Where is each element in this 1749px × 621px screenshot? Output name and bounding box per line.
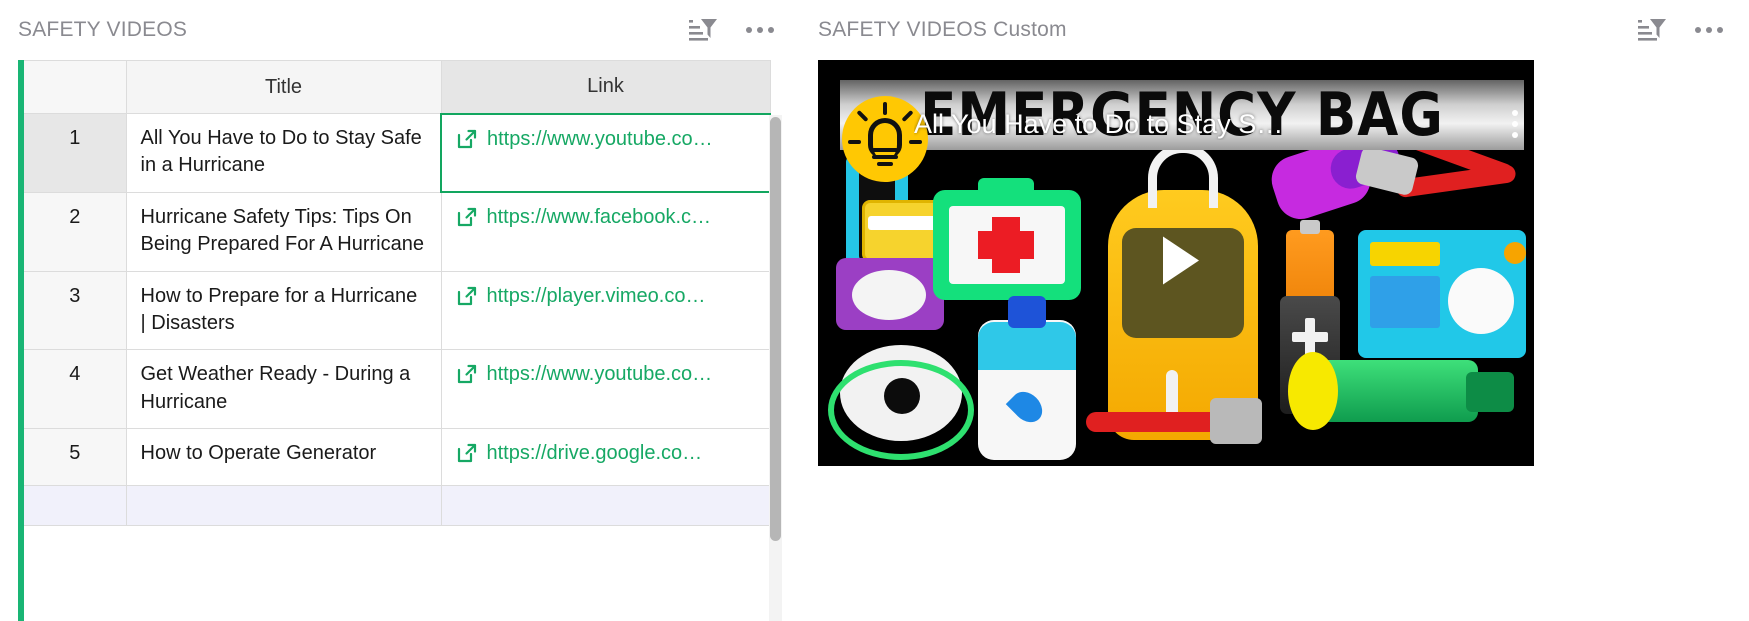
dot bbox=[768, 27, 774, 33]
mask-strap-icon bbox=[828, 360, 974, 460]
play-button[interactable] bbox=[1137, 222, 1215, 305]
jug-top-icon bbox=[978, 322, 1076, 370]
sort-filter-icon[interactable] bbox=[688, 17, 718, 43]
table-header-row: Title Link bbox=[24, 60, 771, 114]
safety-videos-custom-panel: SAFETY VIDEOS Custom EMERGENCY BAG All Y… bbox=[800, 0, 1749, 621]
dot bbox=[1512, 132, 1518, 138]
table-vertical-scrollbar[interactable] bbox=[769, 115, 782, 621]
battery-plus-icon bbox=[1305, 318, 1315, 356]
dot bbox=[1512, 121, 1518, 127]
link-url[interactable]: https://player.vimeo.co… bbox=[487, 283, 706, 310]
cell-link[interactable]: https://www.youtube.co… bbox=[441, 349, 771, 430]
safety-videos-table: Title Link 1 All You Have to Do to Stay … bbox=[24, 60, 771, 526]
dot bbox=[1706, 27, 1712, 33]
row-number[interactable]: 4 bbox=[24, 349, 127, 430]
dashboard-page: SAFETY VIDEOS Title Link 1 All You Have … bbox=[0, 0, 1749, 621]
cell-title[interactable]: How to Prepare for a Hurricane | Disaste… bbox=[126, 270, 442, 351]
link-url[interactable]: https://www.youtube.co… bbox=[487, 361, 713, 388]
more-options-icon[interactable] bbox=[1693, 21, 1725, 39]
wrench-handle-icon bbox=[1086, 412, 1226, 432]
flashlight-lens-icon bbox=[1288, 352, 1338, 430]
right-panel-title: SAFETY VIDEOS Custom bbox=[818, 18, 1067, 41]
row-number[interactable] bbox=[24, 484, 127, 526]
sort-filter-icon[interactable] bbox=[1637, 17, 1667, 43]
radio-display-icon bbox=[1370, 242, 1440, 266]
flashlight-body-icon bbox=[1318, 360, 1478, 422]
backpack-handle-icon bbox=[1148, 144, 1218, 208]
row-number[interactable]: 3 bbox=[24, 270, 127, 351]
external-link-icon bbox=[456, 363, 478, 393]
cell-title[interactable]: How to Operate Generator bbox=[126, 428, 442, 486]
external-link-icon bbox=[456, 206, 478, 236]
safety-videos-table-wrap: Title Link 1 All You Have to Do to Stay … bbox=[18, 60, 782, 621]
column-header-title[interactable]: Title bbox=[126, 60, 442, 114]
video-thumbnail-card[interactable]: EMERGENCY BAG All You Have to Do to Stay… bbox=[818, 60, 1534, 466]
cell-link[interactable]: https://www.youtube.co… bbox=[440, 112, 771, 194]
emergency-bag-banner: EMERGENCY BAG bbox=[840, 80, 1524, 150]
battery-terminal-icon bbox=[1300, 220, 1320, 234]
cell-link[interactable]: https://player.vimeo.co… bbox=[441, 270, 771, 351]
red-cross-horizontal bbox=[978, 231, 1034, 259]
external-link-icon bbox=[456, 128, 478, 158]
video-area: EMERGENCY BAG All You Have to Do to Stay… bbox=[818, 60, 1731, 466]
left-panel-header: SAFETY VIDEOS bbox=[0, 0, 800, 60]
radio-speaker-icon bbox=[1448, 268, 1514, 334]
flashlight-tail-icon bbox=[1466, 372, 1514, 412]
bulb-base bbox=[872, 148, 898, 169]
dot bbox=[757, 27, 763, 33]
table-row[interactable] bbox=[24, 484, 771, 526]
column-header-link[interactable]: Link bbox=[441, 60, 771, 114]
cell-link[interactable] bbox=[441, 484, 771, 526]
cell-link[interactable]: https://drive.google.co… bbox=[441, 428, 771, 486]
right-panel-header: SAFETY VIDEOS Custom bbox=[800, 0, 1749, 60]
cell-title[interactable]: Hurricane Safety Tips: Tips On Being Pre… bbox=[126, 191, 442, 272]
link-url[interactable]: https://www.facebook.c… bbox=[487, 204, 712, 231]
radio-knob-icon bbox=[1504, 242, 1526, 264]
cell-title[interactable] bbox=[126, 484, 442, 526]
cell-link[interactable]: https://www.facebook.c… bbox=[441, 191, 771, 272]
can-label-icon bbox=[868, 216, 938, 230]
column-header-rownum[interactable] bbox=[24, 60, 127, 114]
safety-videos-grid-panel: SAFETY VIDEOS Title Link 1 All You Have … bbox=[0, 0, 800, 621]
table-row[interactable]: 5 How to Operate Generator https://drive… bbox=[24, 428, 771, 486]
dot bbox=[746, 27, 752, 33]
banner-title: EMERGENCY BAG bbox=[920, 80, 1444, 150]
row-number[interactable]: 5 bbox=[24, 428, 127, 486]
link-url[interactable]: https://drive.google.co… bbox=[487, 440, 703, 467]
dot bbox=[1717, 27, 1723, 33]
table-row[interactable]: 4 Get Weather Ready - During a Hurricane bbox=[24, 349, 771, 430]
wrench-head-icon bbox=[1210, 398, 1262, 444]
row-number[interactable]: 1 bbox=[24, 113, 127, 193]
cell-title[interactable]: All You Have to Do to Stay Safe in a Hur… bbox=[126, 113, 442, 193]
external-link-icon bbox=[456, 285, 478, 315]
left-panel-title: SAFETY VIDEOS bbox=[18, 18, 188, 41]
radio-panel-icon bbox=[1370, 276, 1440, 328]
dot bbox=[1695, 27, 1701, 33]
jug-cap-icon bbox=[1008, 296, 1046, 328]
table-row[interactable]: 1 All You Have to Do to Stay Safe in a H… bbox=[24, 112, 771, 194]
table-row[interactable]: 2 Hurricane Safety Tips: Tips On Being P… bbox=[24, 191, 771, 272]
video-options-menu[interactable] bbox=[1508, 104, 1522, 144]
scrollbar-thumb[interactable] bbox=[770, 117, 781, 541]
link-url[interactable]: https://www.youtube.co… bbox=[487, 126, 713, 153]
left-panel-header-actions bbox=[688, 17, 800, 43]
row-number[interactable]: 2 bbox=[24, 191, 127, 272]
cell-title[interactable]: Get Weather Ready - During a Hurricane bbox=[126, 349, 442, 430]
dot bbox=[1512, 110, 1518, 116]
table-row[interactable]: 3 How to Prepare for a Hurricane | Disas… bbox=[24, 270, 771, 351]
lightbulb-icon bbox=[842, 96, 928, 182]
canned-food-icon bbox=[862, 200, 944, 262]
more-options-icon[interactable] bbox=[744, 21, 776, 39]
kit-handle-icon bbox=[978, 178, 1034, 198]
right-panel-header-actions bbox=[1637, 17, 1749, 43]
external-link-icon bbox=[456, 442, 478, 472]
can-lid-icon bbox=[852, 270, 926, 320]
grid-left-accent-bar bbox=[18, 60, 24, 621]
